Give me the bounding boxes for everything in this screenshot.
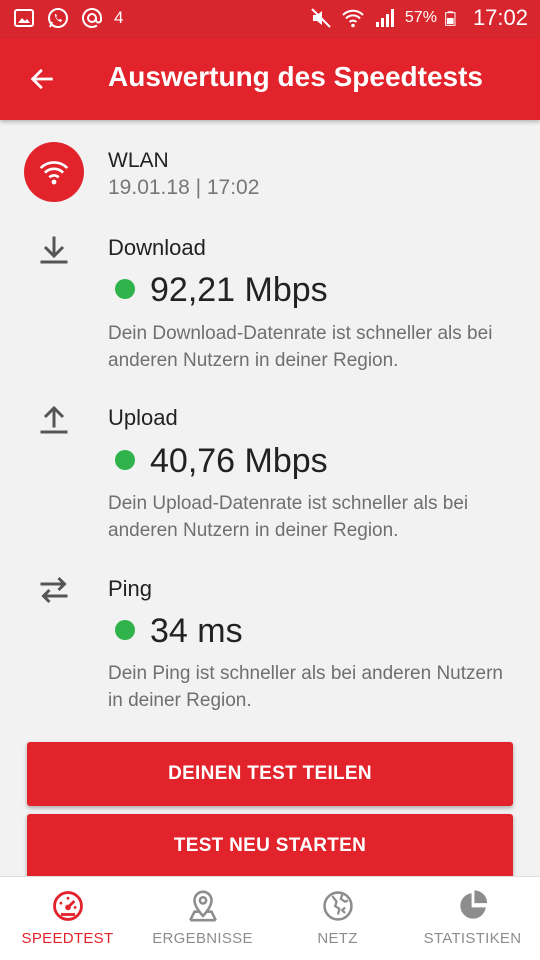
status-bar: 4 57% 17:02 — [0, 0, 540, 38]
gallery-icon — [14, 9, 34, 27]
download-value: 92,21 Mbps — [150, 271, 328, 309]
status-bar-right: 57% 17:02 — [309, 5, 528, 31]
test-timestamp: 19.01.18 | 17:02 — [108, 176, 260, 199]
download-description: Dein Download-Datenrate ist schneller al… — [108, 323, 493, 371]
restart-test-button[interactable]: TEST NEU STARTEN — [27, 814, 513, 878]
signal-icon — [375, 9, 394, 27]
battery-icon — [445, 11, 456, 26]
nav-label-statistiken: STATISTIKEN — [423, 930, 522, 947]
upload-label: Upload — [108, 405, 178, 430]
wifi-icon — [39, 161, 69, 185]
app-bar: Auswertung des Speedtests — [0, 38, 540, 120]
upload-status-dot — [115, 450, 135, 470]
nav-label-ergebnisse: ERGEBNISSE — [152, 930, 253, 947]
nav-item-ergebnisse[interactable]: ERGEBNISSE — [135, 877, 270, 960]
ping-status-dot — [115, 620, 135, 640]
nav-label-netz: NETZ — [317, 930, 358, 947]
at-icon — [82, 8, 102, 28]
back-button[interactable] — [22, 59, 62, 99]
nav-label-speedtest: SPEEDTEST — [21, 930, 114, 947]
upload-icon — [40, 405, 68, 434]
share-test-button[interactable]: DEINEN TEST TEILEN — [27, 742, 513, 806]
mute-icon — [311, 8, 331, 28]
map-pin-icon — [188, 890, 217, 922]
pie-chart-icon — [459, 890, 487, 919]
upload-description: Dein Upload-Datenrate ist schneller als … — [108, 493, 469, 541]
bottom-navigation: SPEEDTEST ERGEBNISSE NETZ STATISTIKEN — [0, 876, 540, 960]
swap-arrows-icon — [40, 576, 68, 604]
battery-percent: 57% — [404, 9, 437, 26]
whatsapp-icon — [48, 8, 68, 28]
download-icon — [40, 236, 68, 264]
ping-value: 34 ms — [150, 612, 243, 650]
ping-description: Dein Ping ist schneller als bei anderen … — [108, 663, 503, 711]
status-bar-left: 4 — [12, 6, 123, 30]
status-time: 17:02 — [472, 5, 528, 30]
download-status-dot — [115, 279, 135, 299]
nav-item-netz[interactable]: NETZ — [270, 877, 405, 960]
connection-type: WLAN — [108, 149, 169, 172]
network-icon — [322, 891, 353, 921]
wifi-icon — [342, 9, 364, 28]
speedometer-icon — [52, 891, 83, 921]
nav-item-statistiken[interactable]: STATISTIKEN — [405, 877, 540, 960]
arrow-left-icon — [30, 68, 53, 90]
page-title: Auswertung des Speedtests — [108, 61, 483, 92]
upload-value: 40,76 Mbps — [150, 442, 328, 480]
notification-count: 4 — [114, 8, 124, 27]
ping-label: Ping — [108, 576, 153, 601]
download-label: Download — [108, 235, 206, 260]
nav-item-speedtest[interactable]: SPEEDTEST — [0, 877, 135, 960]
connection-type-badge — [24, 142, 84, 202]
